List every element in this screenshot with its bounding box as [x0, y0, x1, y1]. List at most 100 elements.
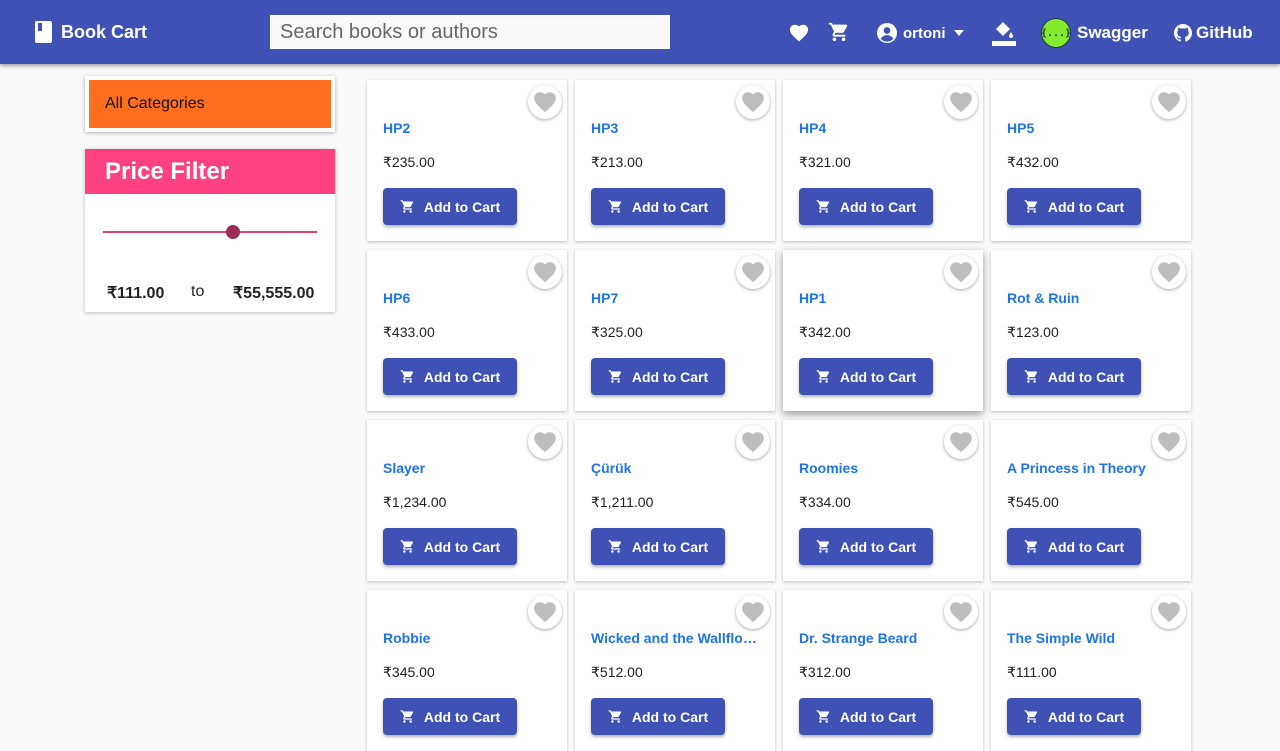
- heart-icon: [1158, 262, 1180, 283]
- price-filter-card: Price Filter ₹111.00 to ₹55,555.00: [85, 149, 335, 312]
- book-card: Wicked and the Wallflower ₹512.00 Add to…: [575, 590, 775, 751]
- add-to-cart-label: Add to Cart: [631, 198, 709, 215]
- add-to-cart-button[interactable]: Add to Cart: [1007, 358, 1141, 395]
- heart-icon: [950, 262, 972, 283]
- favourite-button[interactable]: [736, 425, 770, 459]
- heart-icon: [742, 602, 764, 623]
- cart-icon[interactable]: [828, 21, 850, 43]
- price-min-value: ₹111.00: [107, 285, 165, 302]
- cart-icon: [1024, 540, 1038, 553]
- favourite-button[interactable]: [1152, 595, 1186, 629]
- price-slider-thumb[interactable]: [226, 225, 240, 239]
- favourite-button[interactable]: [736, 85, 770, 119]
- price-slider-track[interactable]: [103, 231, 317, 233]
- book-title[interactable]: Çürük: [591, 460, 765, 476]
- add-to-cart-label: Add to Cart: [631, 368, 709, 385]
- top-toolbar: Book Cart ortoni {...} Swagger GitHub: [0, 0, 1280, 64]
- book-title[interactable]: Dr. Strange Beard: [799, 630, 973, 646]
- add-to-cart-button[interactable]: Add to Cart: [799, 698, 933, 735]
- favourite-button[interactable]: [944, 255, 978, 289]
- wishlist-heart-icon[interactable]: [788, 22, 810, 42]
- add-to-cart-button[interactable]: Add to Cart: [383, 188, 517, 225]
- add-to-cart-label: Add to Cart: [1047, 368, 1125, 385]
- price-filter-title: Price Filter: [85, 149, 335, 194]
- add-to-cart-button[interactable]: Add to Cart: [383, 528, 517, 565]
- add-to-cart-label: Add to Cart: [839, 708, 917, 725]
- swagger-link[interactable]: {...} Swagger: [1041, 17, 1148, 49]
- heart-icon: [1158, 92, 1180, 113]
- book-price: ₹1,211.00: [591, 494, 654, 510]
- book-card: Robbie ₹345.00 Add to Cart: [367, 590, 567, 751]
- favourite-button[interactable]: [528, 595, 562, 629]
- favourite-button[interactable]: [1152, 85, 1186, 119]
- book-grid: HP2 ₹235.00 Add to Cart HP3 ₹213.00 Add …: [367, 80, 1197, 751]
- book-price: ₹312.00: [799, 664, 851, 680]
- add-to-cart-button[interactable]: Add to Cart: [799, 358, 933, 395]
- category-list: All Categories: [85, 76, 335, 132]
- favourite-button[interactable]: [736, 595, 770, 629]
- book-price: ₹321.00: [799, 154, 851, 170]
- book-price: ₹123.00: [1007, 324, 1059, 340]
- book-title[interactable]: HP7: [591, 290, 765, 306]
- cart-icon: [400, 710, 414, 723]
- book-title[interactable]: Rot & Ruin: [1007, 290, 1181, 306]
- favourite-button[interactable]: [528, 425, 562, 459]
- favourite-button[interactable]: [944, 595, 978, 629]
- book-title[interactable]: Robbie: [383, 630, 557, 646]
- category-all[interactable]: All Categories: [89, 80, 331, 128]
- add-to-cart-button[interactable]: Add to Cart: [591, 188, 725, 225]
- book-title[interactable]: A Princess in Theory: [1007, 460, 1181, 476]
- favourite-button[interactable]: [944, 85, 978, 119]
- book-card: Slayer ₹1,234.00 Add to Cart: [367, 420, 567, 581]
- book-title[interactable]: Slayer: [383, 460, 557, 476]
- price-range-separator: to: [191, 283, 205, 300]
- heart-icon: [534, 92, 556, 113]
- favourite-button[interactable]: [528, 85, 562, 119]
- user-menu[interactable]: ortoni: [877, 22, 964, 44]
- cart-icon: [1024, 200, 1038, 213]
- book-title[interactable]: HP5: [1007, 120, 1181, 136]
- add-to-cart-button[interactable]: Add to Cart: [799, 528, 933, 565]
- book-title[interactable]: HP2: [383, 120, 557, 136]
- favourite-button[interactable]: [1152, 425, 1186, 459]
- book-title[interactable]: HP1: [799, 290, 973, 306]
- account-circle-icon: [877, 23, 897, 43]
- github-link[interactable]: GitHub: [1174, 22, 1253, 44]
- swagger-label: Swagger: [1077, 23, 1148, 42]
- favourite-button[interactable]: [736, 255, 770, 289]
- cart-icon: [400, 540, 414, 553]
- book-card: HP4 ₹321.00 Add to Cart: [783, 80, 983, 241]
- book-title[interactable]: Roomies: [799, 460, 973, 476]
- add-to-cart-button[interactable]: Add to Cart: [383, 698, 517, 735]
- search-input[interactable]: [270, 15, 670, 49]
- book-title[interactable]: HP3: [591, 120, 765, 136]
- book-title[interactable]: HP4: [799, 120, 973, 136]
- add-to-cart-label: Add to Cart: [423, 368, 501, 385]
- add-to-cart-button[interactable]: Add to Cart: [383, 358, 517, 395]
- add-to-cart-button[interactable]: Add to Cart: [591, 528, 725, 565]
- cart-icon: [816, 370, 830, 383]
- favourite-button[interactable]: [528, 255, 562, 289]
- cart-icon: [608, 710, 622, 723]
- favourite-button[interactable]: [944, 425, 978, 459]
- add-to-cart-button[interactable]: Add to Cart: [591, 698, 725, 735]
- book-title[interactable]: The Simple Wild: [1007, 630, 1181, 646]
- heart-icon: [950, 92, 972, 113]
- add-to-cart-button[interactable]: Add to Cart: [591, 358, 725, 395]
- brand-link[interactable]: Book Cart: [35, 20, 147, 44]
- add-to-cart-button[interactable]: Add to Cart: [1007, 528, 1141, 565]
- book-title[interactable]: Wicked and the Wallflower: [591, 630, 765, 646]
- add-to-cart-button[interactable]: Add to Cart: [1007, 188, 1141, 225]
- book-price: ₹235.00: [383, 154, 435, 170]
- add-to-cart-button[interactable]: Add to Cart: [799, 188, 933, 225]
- favourite-button[interactable]: [1152, 255, 1186, 289]
- add-to-cart-label: Add to Cart: [423, 708, 501, 725]
- theme-paint-bucket-icon[interactable]: [991, 20, 1017, 46]
- heart-icon: [950, 602, 972, 623]
- book-title[interactable]: HP6: [383, 290, 557, 306]
- add-to-cart-button[interactable]: Add to Cart: [1007, 698, 1141, 735]
- add-to-cart-label: Add to Cart: [1047, 708, 1125, 725]
- add-to-cart-label: Add to Cart: [631, 708, 709, 725]
- heart-icon: [742, 432, 764, 453]
- heart-icon: [1158, 602, 1180, 623]
